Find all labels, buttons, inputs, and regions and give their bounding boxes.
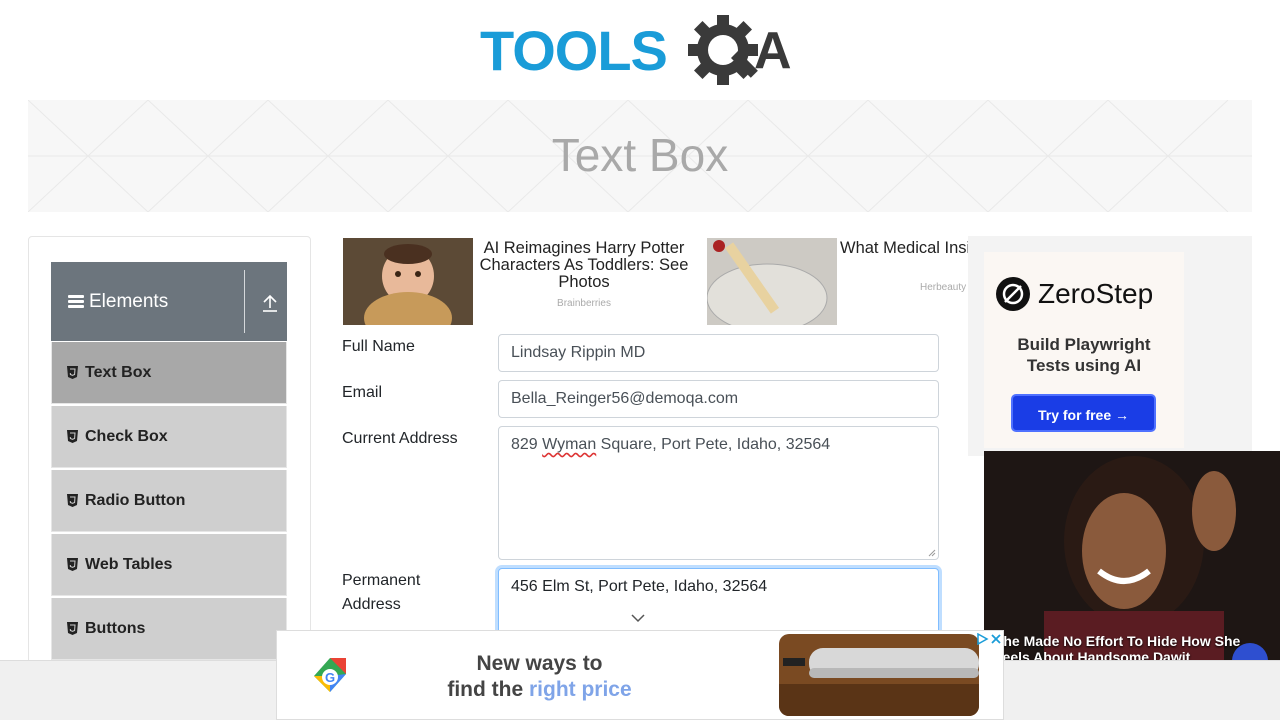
email-label: Email: [342, 384, 383, 401]
ad-thumbnail-toddler[interactable]: [343, 238, 473, 325]
svg-text:A: A: [754, 22, 792, 80]
zerostep-ad[interactable]: ZeroStep Build Playwright Tests using AI…: [984, 252, 1184, 448]
sidebar-item-buttons[interactable]: Buttons: [51, 598, 287, 660]
svg-text:TOOLS: TOOLS: [480, 19, 667, 82]
sidebar-item-text-box[interactable]: Text Box: [51, 342, 287, 404]
current-address-label: Current Address: [342, 430, 458, 447]
bottom-ad-headline: New ways to find the right price: [417, 651, 662, 703]
chevron-down-icon[interactable]: [630, 612, 646, 624]
google-tag-icon: G: [314, 658, 346, 692]
elements-group-header[interactable]: Elements: [51, 262, 287, 341]
sidebar-item-label: Text Box: [85, 364, 152, 381]
header-divider: [244, 270, 245, 333]
bottom-banner-ad[interactable]: G New ways to find the right price: [276, 630, 1004, 720]
page-title: Text Box: [551, 129, 729, 181]
ad-thumbnail-bowl[interactable]: [707, 238, 837, 325]
zerostep-logo-icon: [996, 277, 1030, 311]
video-ad-image: [984, 451, 1280, 660]
full-name-input[interactable]: Lindsay Rippin MD: [498, 334, 939, 372]
soundbar-product-image[interactable]: [779, 634, 979, 716]
sidebar-item-label: Check Box: [85, 428, 168, 445]
sponsored-ad-strip: AI Reimagines Harry Potter Characters As…: [342, 237, 970, 327]
label-line: Permanent: [342, 572, 421, 589]
address-text: Square, Port Pete, Idaho, 32564: [596, 436, 831, 453]
current-address-textarea[interactable]: 829 Wyman Square, Port Pete, Idaho, 3256…: [498, 426, 939, 560]
ad-headline[interactable]: What Medical Insights From Ancient India…: [840, 240, 970, 257]
adchoices-icon[interactable]: [975, 633, 989, 645]
sidebar-item-label: Buttons: [85, 620, 146, 637]
sidebar-item-radio-button[interactable]: Radio Button: [51, 470, 287, 532]
hamburger-icon: [68, 295, 84, 308]
toolsqa-logo[interactable]: TOOLS A: [480, 14, 810, 92]
sidebar: Elements Text Box Check Box Radio Button: [28, 236, 311, 720]
video-ad[interactable]: She Made No Effort To Hide How She Feels…: [984, 451, 1280, 660]
html5-icon: [67, 494, 78, 507]
svg-text:G: G: [325, 670, 335, 685]
html5-icon: [67, 430, 78, 443]
headline-highlight: right price: [528, 678, 632, 701]
ad-card-medical-insights[interactable]: What Medical Insights From Ancient India…: [706, 237, 970, 325]
sidebar-item-label: Radio Button: [85, 492, 186, 509]
collapse-arrow-icon[interactable]: [261, 293, 279, 313]
html5-icon: [67, 558, 78, 571]
sidebar-item-label: Web Tables: [85, 556, 173, 573]
address-text: 829: [511, 436, 543, 453]
sidebar-menu: Text Box Check Box Radio Button Web Tabl…: [51, 342, 287, 662]
ad-source: Herbeauty: [920, 282, 967, 293]
label-line: Address: [342, 596, 401, 613]
zerostep-brand: ZeroStep: [1038, 278, 1154, 309]
try-for-free-button[interactable]: Try for free →: [1011, 394, 1156, 432]
tagline-line: Tests using AI: [1026, 356, 1142, 375]
html5-icon: [67, 622, 78, 635]
headline-text: find the: [447, 678, 529, 701]
page-banner: Text Box: [28, 100, 1252, 212]
resize-handle-icon[interactable]: [928, 549, 936, 557]
group-title: Elements: [89, 291, 169, 312]
email-input[interactable]: Bella_Reinger56@demoqa.com: [498, 380, 939, 418]
permanent-address-label: Permanent Address: [342, 569, 420, 617]
tagline-line: Build Playwright: [1017, 335, 1151, 354]
sidebar-item-web-tables[interactable]: Web Tables: [51, 534, 287, 596]
ad-source: Brainberries: [557, 298, 611, 309]
html5-icon: [67, 366, 78, 379]
full-name-label: Full Name: [342, 338, 415, 355]
ad-headline[interactable]: AI Reimagines Harry Potter Characters As…: [473, 240, 695, 291]
misspelled-word: Wyman: [542, 436, 597, 453]
headline-line: New ways to: [476, 652, 603, 675]
sidebar-item-check-box[interactable]: Check Box: [51, 406, 287, 468]
ad-card-harry-potter[interactable]: AI Reimagines Harry Potter Characters As…: [342, 237, 697, 325]
zerostep-tagline: Build Playwright Tests using AI: [984, 334, 1184, 376]
close-ad-icon[interactable]: [989, 633, 1003, 645]
